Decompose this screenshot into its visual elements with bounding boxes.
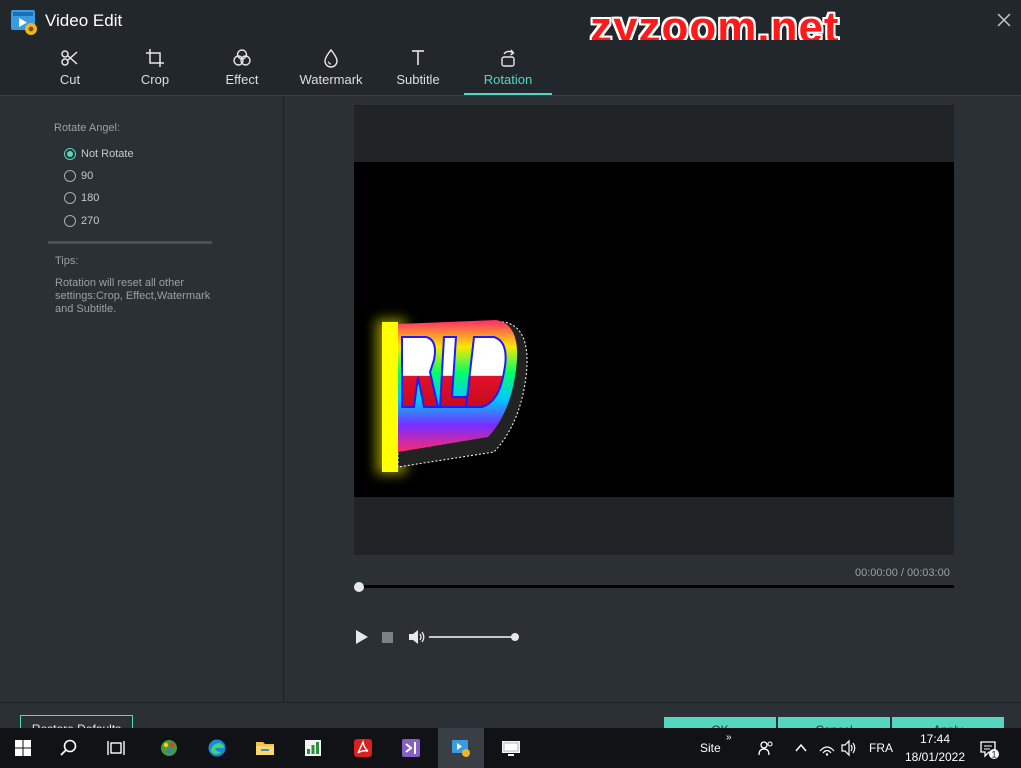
effect-icon (233, 49, 251, 66)
radio-180[interactable]: 180 (64, 191, 244, 207)
start-button[interactable] (0, 728, 46, 768)
rotate-icon (501, 49, 515, 67)
taskbar-app-videoeditor[interactable] (438, 728, 484, 768)
notification-center-button[interactable]: 1 (978, 738, 1000, 760)
radio-not-rotate[interactable]: Not Rotate (64, 147, 244, 163)
rotate-angle-label: Rotate Angel: (54, 122, 121, 134)
speaker-icon[interactable] (840, 739, 858, 757)
scissors-icon (61, 50, 78, 66)
window-title: Video Edit (45, 11, 123, 30)
clock-date[interactable]: 18/01/2022 (900, 750, 970, 764)
video-canvas (354, 162, 954, 497)
timeline-scrubber[interactable] (358, 585, 954, 588)
task-view-icon (107, 741, 125, 755)
radio-270[interactable]: 270 (64, 214, 244, 230)
play-icon[interactable] (354, 629, 370, 645)
tips-text: Rotation will reset all other settings:C… (55, 277, 211, 315)
taskbar-app-explorer[interactable] (242, 728, 288, 768)
video-editor-app-icon (452, 740, 470, 757)
tab-crop[interactable]: Crop (111, 40, 199, 95)
tab-subtitle-label: Subtitle (396, 72, 440, 87)
tab-subtitle[interactable]: Subtitle (374, 40, 462, 95)
wifi-icon[interactable] (818, 739, 836, 757)
chevron-up-icon[interactable] (792, 739, 810, 757)
radio-label: Not Rotate (81, 148, 134, 160)
tab-rotation-label: Rotation (483, 72, 533, 87)
restore-defaults-button[interactable]: Restore Defaults (20, 715, 133, 728)
volume-slider[interactable] (429, 636, 515, 638)
cancel-button[interactable]: Cancel (778, 717, 890, 728)
radio-button-checked[interactable] (64, 148, 76, 160)
edge-browser-icon (208, 739, 226, 757)
taskbar-app-remote[interactable] (488, 728, 534, 768)
site-toolbar-label[interactable]: Site (700, 741, 721, 755)
stop-button[interactable] (382, 632, 393, 643)
tab-rotation[interactable]: Rotation (464, 40, 552, 95)
crop-icon (146, 49, 164, 67)
people-icon[interactable] (757, 739, 775, 757)
ok-button[interactable]: OK (664, 717, 776, 728)
tab-cut-label: Cut (59, 72, 81, 87)
tab-crop-label: Crop (140, 72, 170, 87)
text-icon (412, 50, 424, 65)
tab-cut[interactable]: Cut (26, 40, 114, 95)
monitor-icon (502, 741, 520, 756)
radio-button[interactable] (64, 170, 76, 182)
visual-studio-icon (402, 739, 420, 757)
volume-icon[interactable] (408, 629, 426, 645)
taskbar-app-edge[interactable] (194, 728, 240, 768)
search-button[interactable] (46, 728, 92, 768)
video-frame-graphic (376, 319, 528, 474)
droplet-icon (324, 48, 338, 68)
section-divider (48, 241, 212, 244)
pdf-reader-icon (354, 739, 372, 757)
rotation-settings-panel: Rotate Angel: Not Rotate 90 180 270 Tips… (0, 97, 284, 702)
title-bar: Video Edit zyzoom.net (0, 0, 1021, 52)
tips-label: Tips: (55, 255, 79, 267)
volume-slider-handle[interactable] (511, 633, 519, 641)
edit-tab-bar: Cut Crop Effect Watermark Subtitle Rotat… (0, 40, 1021, 96)
taskbar-app-visualstudio[interactable] (388, 728, 434, 768)
app-logo-icon (11, 10, 37, 35)
apply-button[interactable]: Apply (892, 717, 1004, 728)
close-icon[interactable] (994, 10, 1014, 30)
radio-button[interactable] (64, 215, 76, 227)
tab-watermark[interactable]: Watermark (287, 40, 375, 95)
preview-panel: 00:00:00 / 00:03:00 (285, 97, 1021, 702)
task-view-button[interactable] (93, 728, 139, 768)
paint-app-icon (161, 740, 177, 756)
input-language[interactable]: FRA (869, 741, 893, 755)
radio-90[interactable]: 90 (64, 169, 244, 185)
clock-time[interactable]: 17:44 (905, 732, 965, 746)
tab-watermark-label: Watermark (299, 72, 363, 87)
taskbar-app-pdf[interactable] (340, 728, 386, 768)
radio-label: 90 (81, 170, 94, 182)
notification-count: 1 (991, 750, 996, 760)
chart-app-icon (305, 740, 321, 756)
radio-label: 270 (81, 215, 100, 227)
search-icon (60, 739, 77, 756)
folder-icon (256, 742, 274, 755)
timeline-handle[interactable] (354, 582, 364, 592)
radio-label: 180 (81, 192, 100, 204)
dialog-action-bar: Restore Defaults OK Cancel Apply (0, 702, 1021, 728)
radio-button[interactable] (64, 192, 76, 204)
taskbar-app-spreadsheet[interactable] (290, 728, 336, 768)
tab-effect-label: Effect (225, 72, 259, 87)
site-toolbar-expand[interactable]: » (726, 732, 732, 743)
video-preview (354, 105, 954, 555)
time-readout: 00:00:00 / 00:03:00 (855, 567, 950, 579)
taskbar-app-colorpicker[interactable] (146, 728, 192, 768)
windows-logo-icon (15, 740, 31, 756)
notification-icon: 1 (980, 741, 999, 760)
windows-taskbar: Site » FRA 17:44 18/01/2022 1 (0, 728, 1021, 768)
tab-effect[interactable]: Effect (198, 40, 286, 95)
